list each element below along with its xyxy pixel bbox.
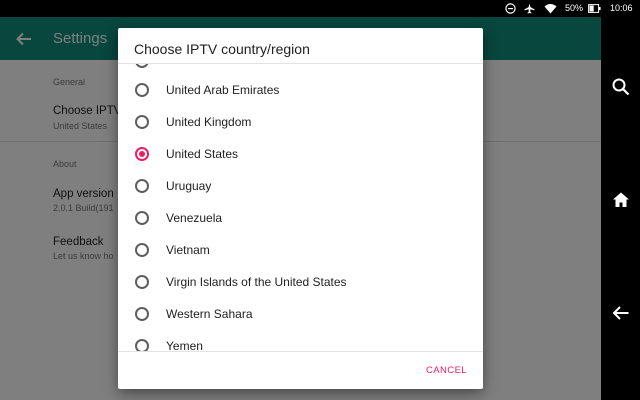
country-label: Western Sahara [166,307,253,321]
battery-percent: 50% [565,3,584,13]
radio-button[interactable] [135,83,149,97]
clock: 10:06 [610,3,633,13]
radio-button [135,64,149,68]
country-option[interactable]: United Kingdom [118,105,483,137]
dnd-icon [505,3,516,14]
country-label: Yemen [166,339,203,351]
dialog-title: Choose IPTV country/region [134,41,310,57]
country-label: Vietnam [166,243,210,257]
radio-button[interactable] [135,179,149,193]
country-label: Venezuela [166,211,223,225]
radio-button[interactable] [135,211,149,225]
wifi-icon [544,3,557,14]
navigation-bar [601,17,640,400]
country-label: Uruguay [166,179,212,193]
country-label: Virgin Islands of the United States [166,275,347,289]
battery-icon [588,3,601,14]
airplane-icon [524,3,535,14]
radio-button[interactable] [135,307,149,321]
country-list[interactable]: United Arab Emirates United Kingdom Unit… [118,64,483,351]
radio-button[interactable] [135,339,149,351]
home-icon[interactable] [611,190,631,210]
cancel-button[interactable]: CANCEL [426,365,467,376]
country-option[interactable]: Western Sahara [118,297,483,329]
country-label: United States [166,147,239,161]
radio-button-selected[interactable] [135,147,149,161]
country-option-selected[interactable]: United States [118,137,483,169]
country-label: United Arab Emirates [166,83,280,97]
country-option[interactable]: Uruguay [118,169,483,201]
nav-back-icon[interactable] [611,303,631,323]
country-option[interactable]: Yemen [118,329,483,351]
radio-button[interactable] [135,115,149,129]
dialog-divider [118,351,483,352]
country-option[interactable]: Vietnam [118,233,483,265]
radio-button[interactable] [135,243,149,257]
country-label: United Kingdom [166,115,252,129]
country-option[interactable]: Venezuela [118,201,483,233]
country-option[interactable]: United Arab Emirates [118,73,483,105]
country-option[interactable]: Virgin Islands of the United States [118,265,483,297]
radio-button[interactable] [135,275,149,289]
status-bar: 50% 10:06 [0,0,640,17]
country-dialog: Choose IPTV country/region United Arab E… [118,28,483,389]
search-icon[interactable] [611,77,631,97]
